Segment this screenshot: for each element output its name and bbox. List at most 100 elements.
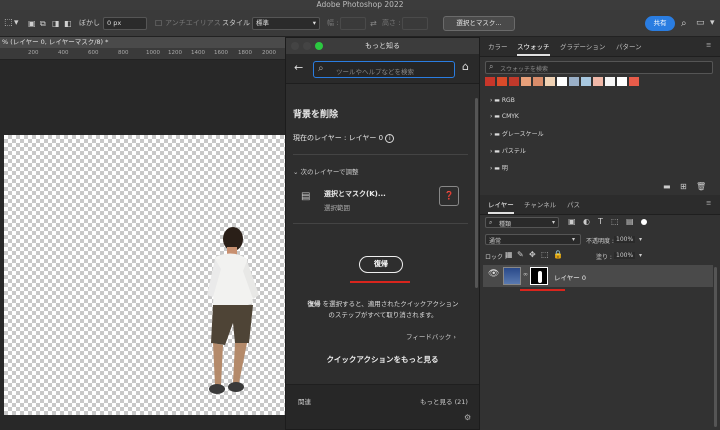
lock-artboard-icon[interactable]: ⬚ xyxy=(541,250,549,259)
ruler-label: 1600 xyxy=(214,50,228,56)
tab-channels[interactable]: チャンネル xyxy=(524,199,556,209)
opacity-input[interactable]: 100% xyxy=(614,236,636,243)
lock-image-icon[interactable]: ✎ xyxy=(517,250,524,259)
tab-pattern[interactable]: パターン xyxy=(616,41,642,51)
trash-icon[interactable]: 🗑 xyxy=(696,182,706,191)
home-icon[interactable]: ⌂ xyxy=(462,60,469,73)
swatch[interactable] xyxy=(593,77,603,86)
swatch-folder-grayscale[interactable]: › ▬ グレースケール xyxy=(490,129,544,138)
swatch[interactable] xyxy=(629,77,639,86)
search-placeholder: ツールやヘルプなどを検索 xyxy=(336,68,414,76)
layers-tabbar: レイヤー チャンネル パス ≡ xyxy=(480,195,720,215)
chevron-down-icon[interactable]: ▾ xyxy=(710,10,715,37)
swatch[interactable] xyxy=(605,77,615,86)
lock-all-icon[interactable]: 🔒 xyxy=(553,250,563,259)
help-icon[interactable]: ❓ xyxy=(439,186,459,206)
search-icon[interactable]: ⌕ xyxy=(681,10,687,37)
lock-transparent-icon[interactable]: ▦ xyxy=(505,250,513,259)
opacity-label: 不透明度 : xyxy=(586,238,614,245)
gear-icon[interactable]: ⚙ xyxy=(464,413,471,422)
chevron-down-icon[interactable]: ▾ xyxy=(14,10,19,37)
swatch[interactable] xyxy=(617,77,627,86)
tab-paths[interactable]: パス xyxy=(567,199,580,209)
dialog-scrollbar[interactable] xyxy=(475,98,478,288)
width-input[interactable] xyxy=(340,17,366,30)
blend-mode-select[interactable]: 通常 ▾ xyxy=(485,234,581,245)
zoom-window-button[interactable] xyxy=(315,42,323,50)
swatch[interactable] xyxy=(497,77,507,86)
antialias-checkbox[interactable]: ☐ xyxy=(155,10,162,37)
restore-button[interactable]: 復帰 xyxy=(359,256,403,273)
swatch-folder-rgb[interactable]: › ▬ RGB xyxy=(490,97,515,104)
workspace-icon[interactable]: ▭ xyxy=(696,10,705,37)
lock-position-icon[interactable]: ✥ xyxy=(529,250,536,259)
more-quick-actions-link[interactable]: クイックアクションをもっと見る xyxy=(286,354,479,365)
subtract-selection-icon[interactable]: ◨ xyxy=(52,10,60,37)
kind-value: 種類 xyxy=(499,221,512,228)
layers-scrollbar[interactable] xyxy=(714,267,717,427)
swatch[interactable] xyxy=(509,77,519,86)
minimize-window-button[interactable] xyxy=(303,42,311,50)
swatch-folder-cmyk[interactable]: › ▬ CMYK xyxy=(490,113,519,120)
tab-swatches[interactable]: スウォッチ xyxy=(517,41,550,56)
swatch[interactable] xyxy=(569,77,579,86)
red-underline-annotation xyxy=(350,281,410,283)
tab-gradient[interactable]: グラデーション xyxy=(560,41,605,51)
mask-silhouette xyxy=(538,271,542,283)
next-layer-toggle[interactable]: ⌄ 次のレイヤーで調整 xyxy=(293,166,358,176)
filter-kind-select[interactable]: ⌕ 種類 ▾ xyxy=(485,217,559,228)
eye-icon[interactable]: 👁 xyxy=(488,269,499,279)
panel-menu-icon[interactable]: ≡ xyxy=(706,41,711,49)
close-window-button[interactable] xyxy=(291,42,299,50)
filter-toggle-icon[interactable] xyxy=(641,219,647,225)
dialog-titlebar: もっと知る xyxy=(286,38,479,54)
select-and-mask-button[interactable]: 選択とマスク... xyxy=(443,16,515,31)
height-input[interactable] xyxy=(402,17,428,30)
swatch[interactable] xyxy=(533,77,543,86)
back-arrow-icon[interactable]: ← xyxy=(294,61,303,74)
folder-label: パステル xyxy=(501,148,526,155)
filter-shape-icon[interactable]: ⬚ xyxy=(611,217,619,226)
swatch-folder-pastel[interactable]: › ▬ パステル xyxy=(490,146,526,155)
swatch-search-input[interactable]: ⌕ スウォッチを検索 xyxy=(485,61,713,74)
action-subtitle: 選択範囲 xyxy=(324,204,350,212)
chevron-down-icon[interactable]: ▾ xyxy=(639,252,642,259)
swatch[interactable] xyxy=(581,77,591,86)
swap-icon[interactable]: ⇄ xyxy=(370,10,377,37)
swatch[interactable] xyxy=(521,77,531,86)
swatch[interactable] xyxy=(557,77,567,86)
link-icon[interactable]: ∞ xyxy=(523,271,528,278)
style-select[interactable]: 標準 ▾ xyxy=(252,17,320,30)
swatch-folder-light[interactable]: › ▬ 明 xyxy=(490,163,508,172)
select-and-mask-action[interactable]: ▤ 選択とマスク(K)... 選択範囲 ❓ xyxy=(293,181,468,216)
new-selection-icon[interactable]: ▣ xyxy=(28,10,36,37)
see-more-link[interactable]: もっと見る (21) xyxy=(420,396,468,406)
swatch[interactable] xyxy=(485,77,495,86)
layer-name: レイヤー 0 xyxy=(554,274,587,282)
intersect-selection-icon[interactable]: ◧ xyxy=(64,10,72,37)
filter-adjustment-icon[interactable]: ◐ xyxy=(583,217,590,226)
help-search-input[interactable]: ⌕ ツールやヘルプなどを検索 xyxy=(313,61,455,78)
info-icon[interactable]: i xyxy=(385,134,395,143)
layer-row[interactable]: 👁 ∞ レイヤー 0 xyxy=(483,265,713,287)
marquee-tool-icon[interactable]: ⬚ xyxy=(4,10,13,37)
feather-input[interactable]: 0 px xyxy=(103,17,147,30)
fill-input[interactable]: 100% xyxy=(614,252,636,259)
share-button[interactable]: 共有 xyxy=(645,16,675,31)
layer-mask-thumbnail[interactable] xyxy=(530,267,548,285)
swatch-search-placeholder: スウォッチを検索 xyxy=(500,66,549,73)
chevron-down-icon[interactable]: ▾ xyxy=(639,236,642,243)
feedback-link[interactable]: フィードバック › xyxy=(406,331,456,341)
tab-layers[interactable]: レイヤー xyxy=(488,199,514,214)
filter-type-icon[interactable]: T xyxy=(598,217,603,226)
ruler-label: 1000 xyxy=(146,50,160,56)
document-tab[interactable]: % (レイヤー 0, レイヤーマスク/8) * xyxy=(0,37,285,48)
new-swatch-icon[interactable]: ⊞ xyxy=(680,182,687,191)
panel-menu-icon[interactable]: ≡ xyxy=(706,199,711,207)
filter-smart-object-icon[interactable]: ▤ xyxy=(626,217,634,226)
new-group-icon[interactable]: ▬ xyxy=(663,182,671,191)
add-selection-icon[interactable]: ⧉ xyxy=(40,10,46,37)
filter-pixel-icon[interactable]: ▣ xyxy=(568,217,576,226)
swatch[interactable] xyxy=(545,77,555,86)
tab-color[interactable]: カラー xyxy=(488,41,508,51)
